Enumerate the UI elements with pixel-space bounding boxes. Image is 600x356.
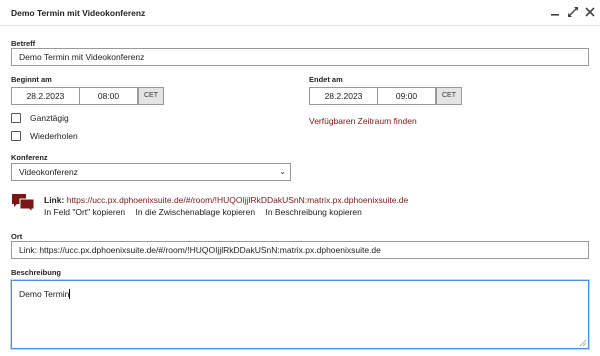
start-timezone-button[interactable]: CET [138, 87, 164, 105]
expand-icon[interactable] [566, 5, 580, 19]
end-label: Endet am [309, 75, 343, 84]
location-input[interactable]: Link: https://ucc.px.dphoenixsuite.de/#/… [11, 241, 589, 259]
copy-to-location-action[interactable]: In Feld "Ort" kopieren [44, 207, 125, 217]
location-label: Ort [11, 232, 23, 241]
link-actions: In Feld "Ort" kopieren In die Zwischenab… [44, 207, 370, 217]
chat-bubbles-icon [11, 193, 35, 215]
end-timezone-button[interactable]: CET [436, 87, 462, 105]
allday-label: Ganztägig [30, 113, 69, 123]
allday-option[interactable]: Ganztägig [11, 113, 69, 123]
start-time-input[interactable]: 08:00 [79, 87, 138, 105]
repeat-checkbox[interactable] [11, 131, 21, 141]
close-icon[interactable] [583, 5, 597, 19]
conference-link-line: Link: https://ucc.px.dphoenixsuite.de/#/… [44, 195, 408, 205]
text-caret [69, 289, 71, 299]
find-slot-link[interactable]: Verfügbaren Zeitraum finden [309, 116, 417, 126]
conference-link[interactable]: https://ucc.px.dphoenixsuite.de/#/room/!… [67, 195, 409, 205]
repeat-label: Wiederholen [30, 131, 78, 141]
description-textarea[interactable]: Demo Termin [11, 280, 589, 349]
allday-checkbox[interactable] [11, 113, 21, 123]
description-text: Demo Termin [19, 289, 70, 299]
description-label: Beschreibung [11, 268, 62, 277]
conference-label: Konferenz [11, 153, 48, 162]
resize-grip-icon[interactable] [579, 339, 587, 347]
copy-to-description-action[interactable]: In Beschreibung kopieren [265, 207, 361, 217]
end-time-input[interactable]: 09:00 [377, 87, 436, 105]
window-title: Demo Termin mit Videokonferenz [11, 8, 146, 18]
window-titlebar: Demo Termin mit Videokonferenz [0, 0, 600, 26]
start-label: Beginnt am [11, 75, 52, 84]
link-label: Link: [44, 195, 65, 205]
subject-input[interactable]: Demo Termin mit Videokonferenz [11, 48, 589, 66]
start-date-input[interactable]: 28.2.2023 [11, 87, 80, 105]
copy-to-clipboard-action[interactable]: In die Zwischenablage kopieren [136, 207, 256, 217]
repeat-option[interactable]: Wiederholen [11, 131, 78, 141]
conference-selected-value: Videokonferenz [19, 167, 78, 177]
subject-label: Betreff [11, 39, 36, 48]
conference-select[interactable]: Videokonferenz ⌄ [11, 163, 291, 181]
end-date-input[interactable]: 28.2.2023 [309, 87, 378, 105]
minimize-icon[interactable] [548, 5, 562, 19]
chevron-down-icon: ⌄ [279, 167, 286, 176]
